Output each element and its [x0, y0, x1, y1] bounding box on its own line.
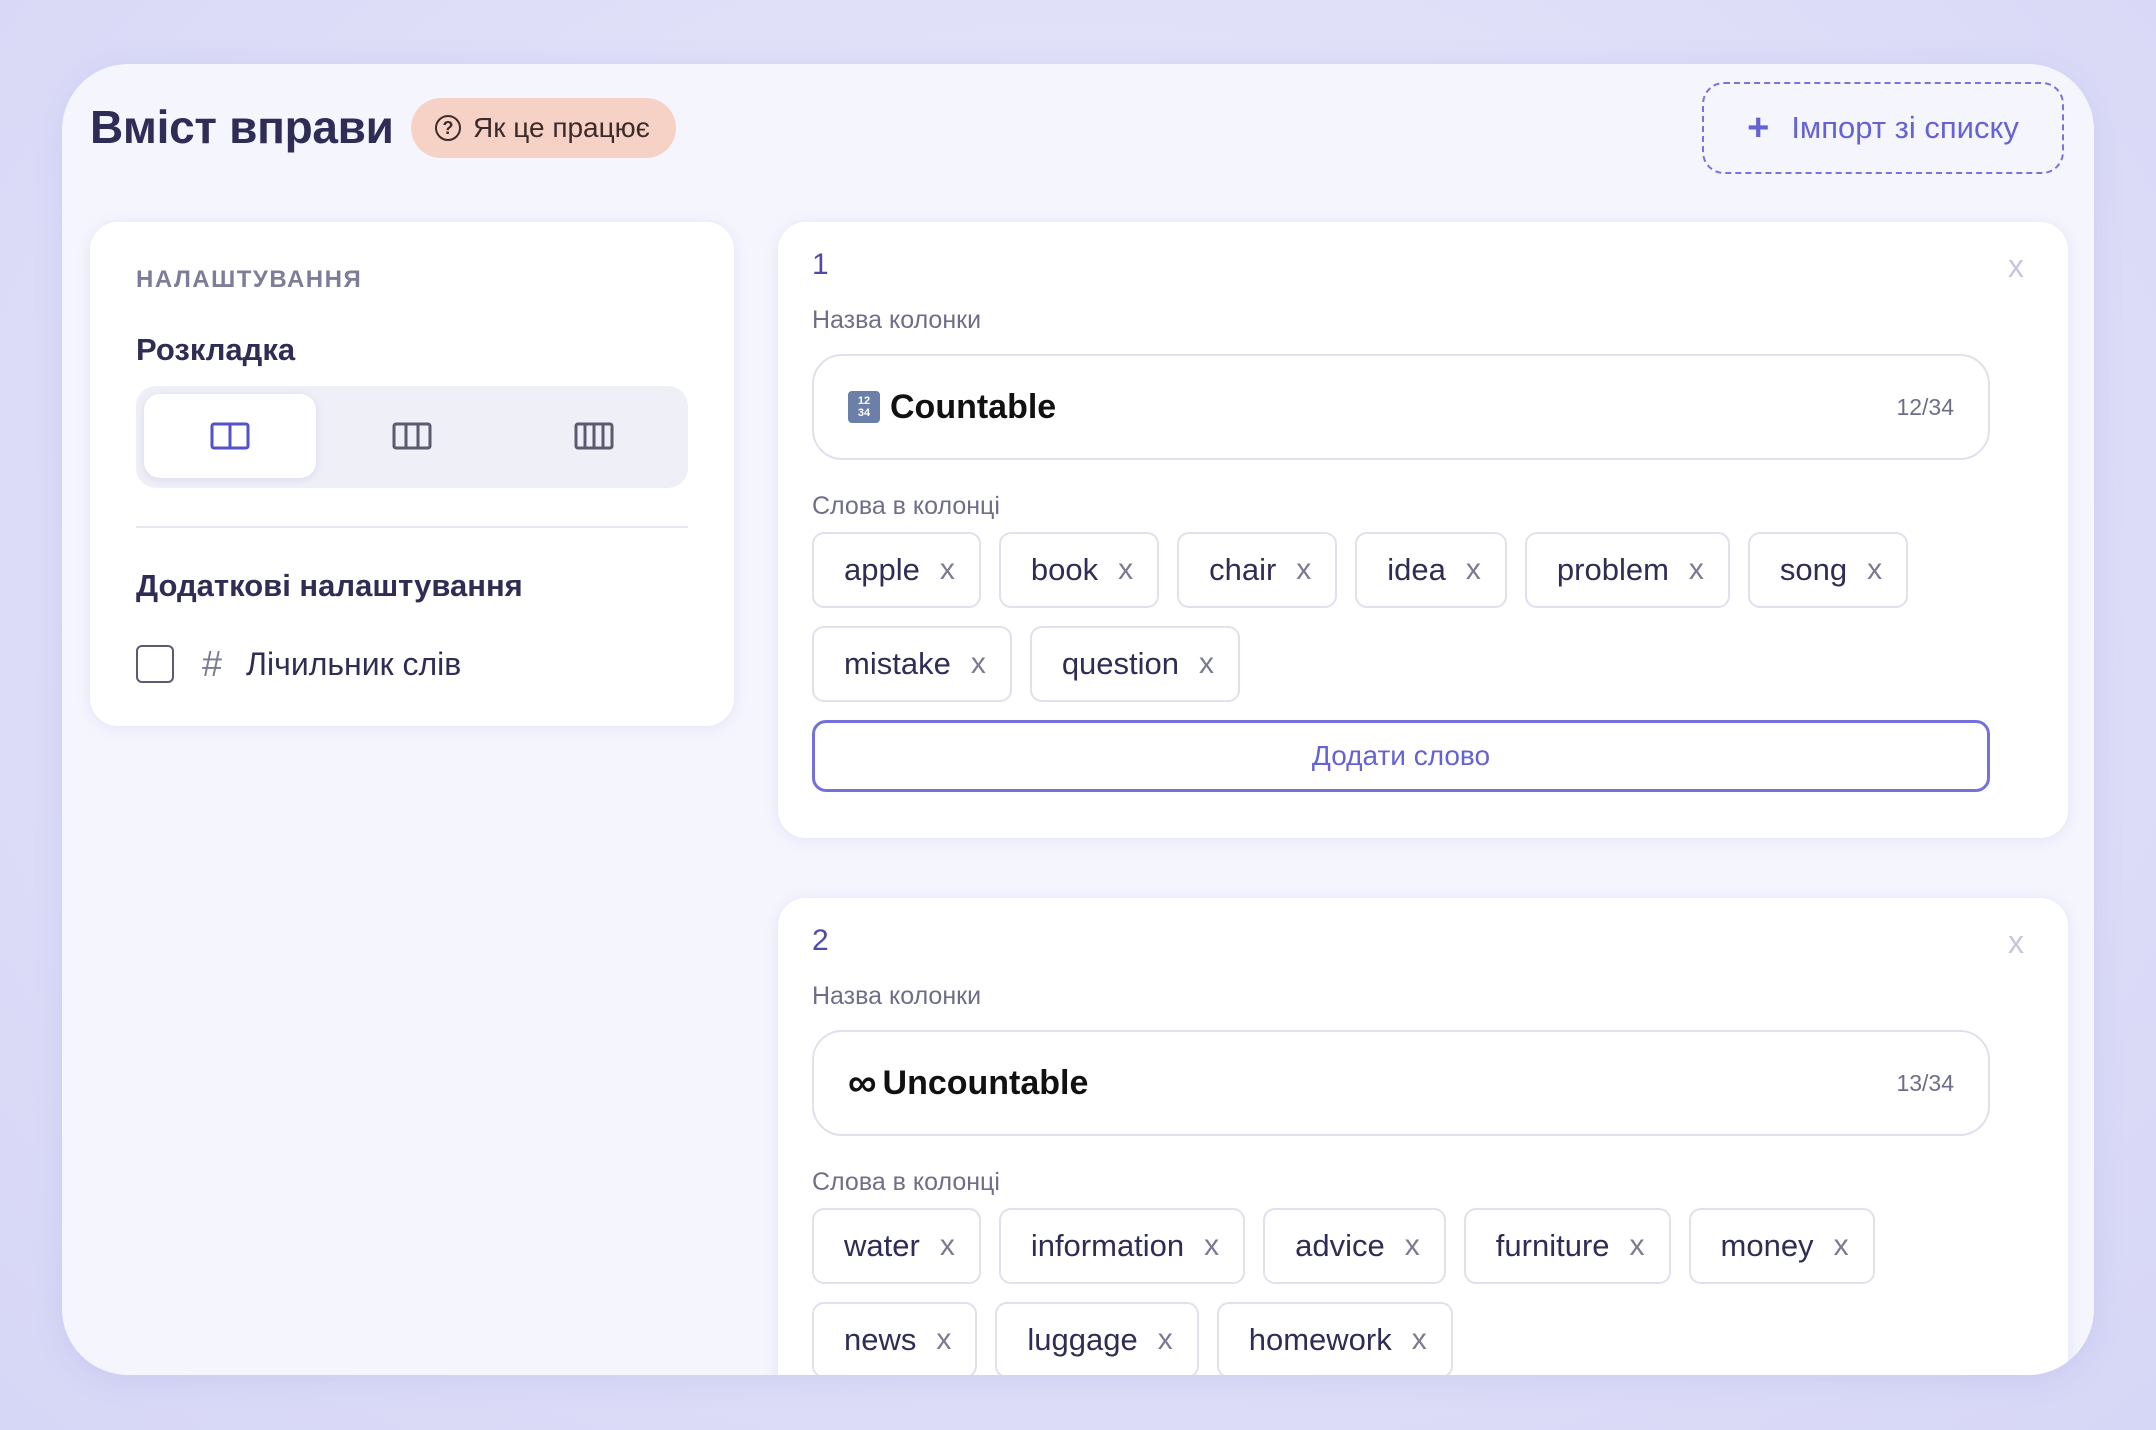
word-chip-label: song — [1779, 552, 1848, 587]
word-chips: apple x book x chair x idea x problem x song x… — [812, 532, 2012, 702]
remove-word-button[interactable]: x — [971, 647, 986, 681]
import-from-list-button[interactable]: + Імпорт зі списку — [1702, 82, 2064, 174]
word-chip-label: apple — [844, 552, 920, 587]
column-words-label: Слова в колонці — [812, 1168, 1000, 1196]
word-chip-label: idea — [1387, 552, 1446, 587]
word-chips: water x information x advice x furniture x m… — [812, 1208, 2012, 1375]
remove-word-button[interactable]: x — [1158, 1323, 1173, 1357]
word-chip: question x — [1029, 626, 1241, 702]
word-chip: water x — [812, 1208, 981, 1284]
word-chip-label: book — [1030, 552, 1099, 587]
word-chip: apple x — [812, 532, 981, 608]
word-chip-label: homework — [1248, 1322, 1392, 1357]
word-chip: news x — [812, 1302, 978, 1375]
remove-word-button[interactable]: x — [936, 1323, 951, 1357]
remove-word-button[interactable]: x — [1412, 1323, 1427, 1357]
word-chip-label: information — [1030, 1228, 1185, 1263]
input-numbers-emoji-icon: 12 34 — [848, 391, 880, 423]
column-name-char-counter: 12/34 — [1896, 393, 1954, 420]
word-chip: advice x — [1263, 1208, 1446, 1284]
word-chip-label: advice — [1295, 1228, 1385, 1263]
word-counter-option: # Лічильник слів — [136, 642, 461, 686]
word-chip-label: question — [1061, 646, 1180, 681]
add-word-button[interactable]: Додати слово — [812, 720, 1990, 792]
remove-word-button[interactable]: x — [1199, 647, 1214, 681]
plus-icon: + — [1747, 107, 1770, 149]
layout-switch — [136, 386, 688, 488]
settings-divider — [136, 526, 688, 528]
remove-word-button[interactable]: x — [1867, 553, 1882, 587]
settings-caption: НАЛАШТУВАННЯ — [136, 266, 363, 293]
column-name-label: Назва колонки — [812, 982, 982, 1010]
column-name-value: Countable — [890, 387, 1057, 426]
question-circle-icon: ? — [435, 115, 461, 141]
word-chip: money x — [1688, 1208, 1875, 1284]
column-number: 2 — [812, 924, 829, 957]
word-chip-label: news — [844, 1322, 917, 1357]
four-columns-icon — [574, 422, 614, 450]
settings-card: НАЛАШТУВАННЯ Розкладка Додаткові налашту… — [90, 222, 734, 726]
word-chip: homework x — [1216, 1302, 1453, 1375]
exercise-content-panel: Вміст вправи ? Як це працює + Імпорт зі … — [62, 64, 2094, 1375]
remove-word-button[interactable]: x — [940, 553, 955, 587]
column-number: 1 — [812, 248, 829, 281]
word-chip: song x — [1747, 532, 1909, 608]
column-name-label: Назва колонки — [812, 306, 982, 334]
column-card-2: 2 x Назва колонки ∞ Uncountable 13/34 Сл… — [778, 898, 2068, 1375]
word-counter-label: Лічильник слів — [246, 645, 462, 682]
word-chip-label: mistake — [844, 646, 951, 681]
remove-word-button[interactable]: x — [1630, 1229, 1645, 1263]
word-chip: idea x — [1355, 532, 1507, 608]
three-columns-icon — [392, 422, 432, 450]
remove-word-button[interactable]: x — [940, 1229, 955, 1263]
layout-option-four-columns[interactable] — [508, 394, 680, 478]
word-chip: book x — [998, 532, 1160, 608]
remove-word-button[interactable]: x — [1466, 553, 1481, 587]
layout-option-three-columns[interactable] — [326, 394, 498, 478]
word-chip-label: luggage — [1027, 1322, 1138, 1357]
hash-icon: # — [202, 643, 223, 684]
word-chip-label: money — [1720, 1228, 1814, 1263]
remove-word-button[interactable]: x — [1834, 1229, 1849, 1263]
remove-word-button[interactable]: x — [1118, 553, 1133, 587]
word-chip: information x — [998, 1208, 1246, 1284]
column-card-1: 1 x Назва колонки 12 34 Countable 12/34 С… — [778, 222, 2068, 838]
column-words-label: Слова в колонці — [812, 492, 1000, 520]
import-from-list-label: Імпорт зі списку — [1791, 110, 2019, 145]
page-title: Вміст вправи — [90, 101, 394, 153]
word-chip-label: water — [844, 1228, 920, 1263]
remove-column-button[interactable]: x — [2008, 924, 2024, 961]
word-chip: problem x — [1524, 532, 1730, 608]
layout-option-two-columns[interactable] — [144, 394, 316, 478]
column-name-input[interactable]: ∞ Uncountable 13/34 — [812, 1030, 1990, 1136]
column-name-value: Uncountable — [882, 1063, 1089, 1102]
remove-word-button[interactable]: x — [1405, 1229, 1420, 1263]
word-chip: luggage x — [995, 1302, 1199, 1375]
word-chip: mistake x — [812, 626, 1012, 702]
how-it-works-button[interactable]: ? Як це працює — [411, 98, 676, 158]
word-chip-label: furniture — [1495, 1228, 1610, 1263]
remove-word-button[interactable]: x — [1204, 1229, 1219, 1263]
remove-word-button[interactable]: x — [1689, 553, 1704, 587]
layout-title: Розкладка — [136, 332, 296, 367]
word-counter-checkbox[interactable] — [136, 645, 174, 683]
word-chip: furniture x — [1463, 1208, 1671, 1284]
word-chip-label: chair — [1209, 552, 1277, 587]
remove-column-button[interactable]: x — [2008, 248, 2024, 285]
extra-settings-title: Додаткові налаштування — [136, 568, 523, 603]
word-chip: chair x — [1177, 532, 1338, 608]
column-name-char-counter: 13/34 — [1896, 1069, 1954, 1096]
remove-word-button[interactable]: x — [1296, 553, 1311, 587]
how-it-works-label: Як це працює — [473, 112, 650, 143]
infinity-emoji-icon: ∞ — [848, 1060, 877, 1105]
column-name-input[interactable]: 12 34 Countable 12/34 — [812, 354, 1990, 460]
word-chip-label: problem — [1556, 552, 1669, 587]
two-columns-icon — [210, 422, 250, 450]
